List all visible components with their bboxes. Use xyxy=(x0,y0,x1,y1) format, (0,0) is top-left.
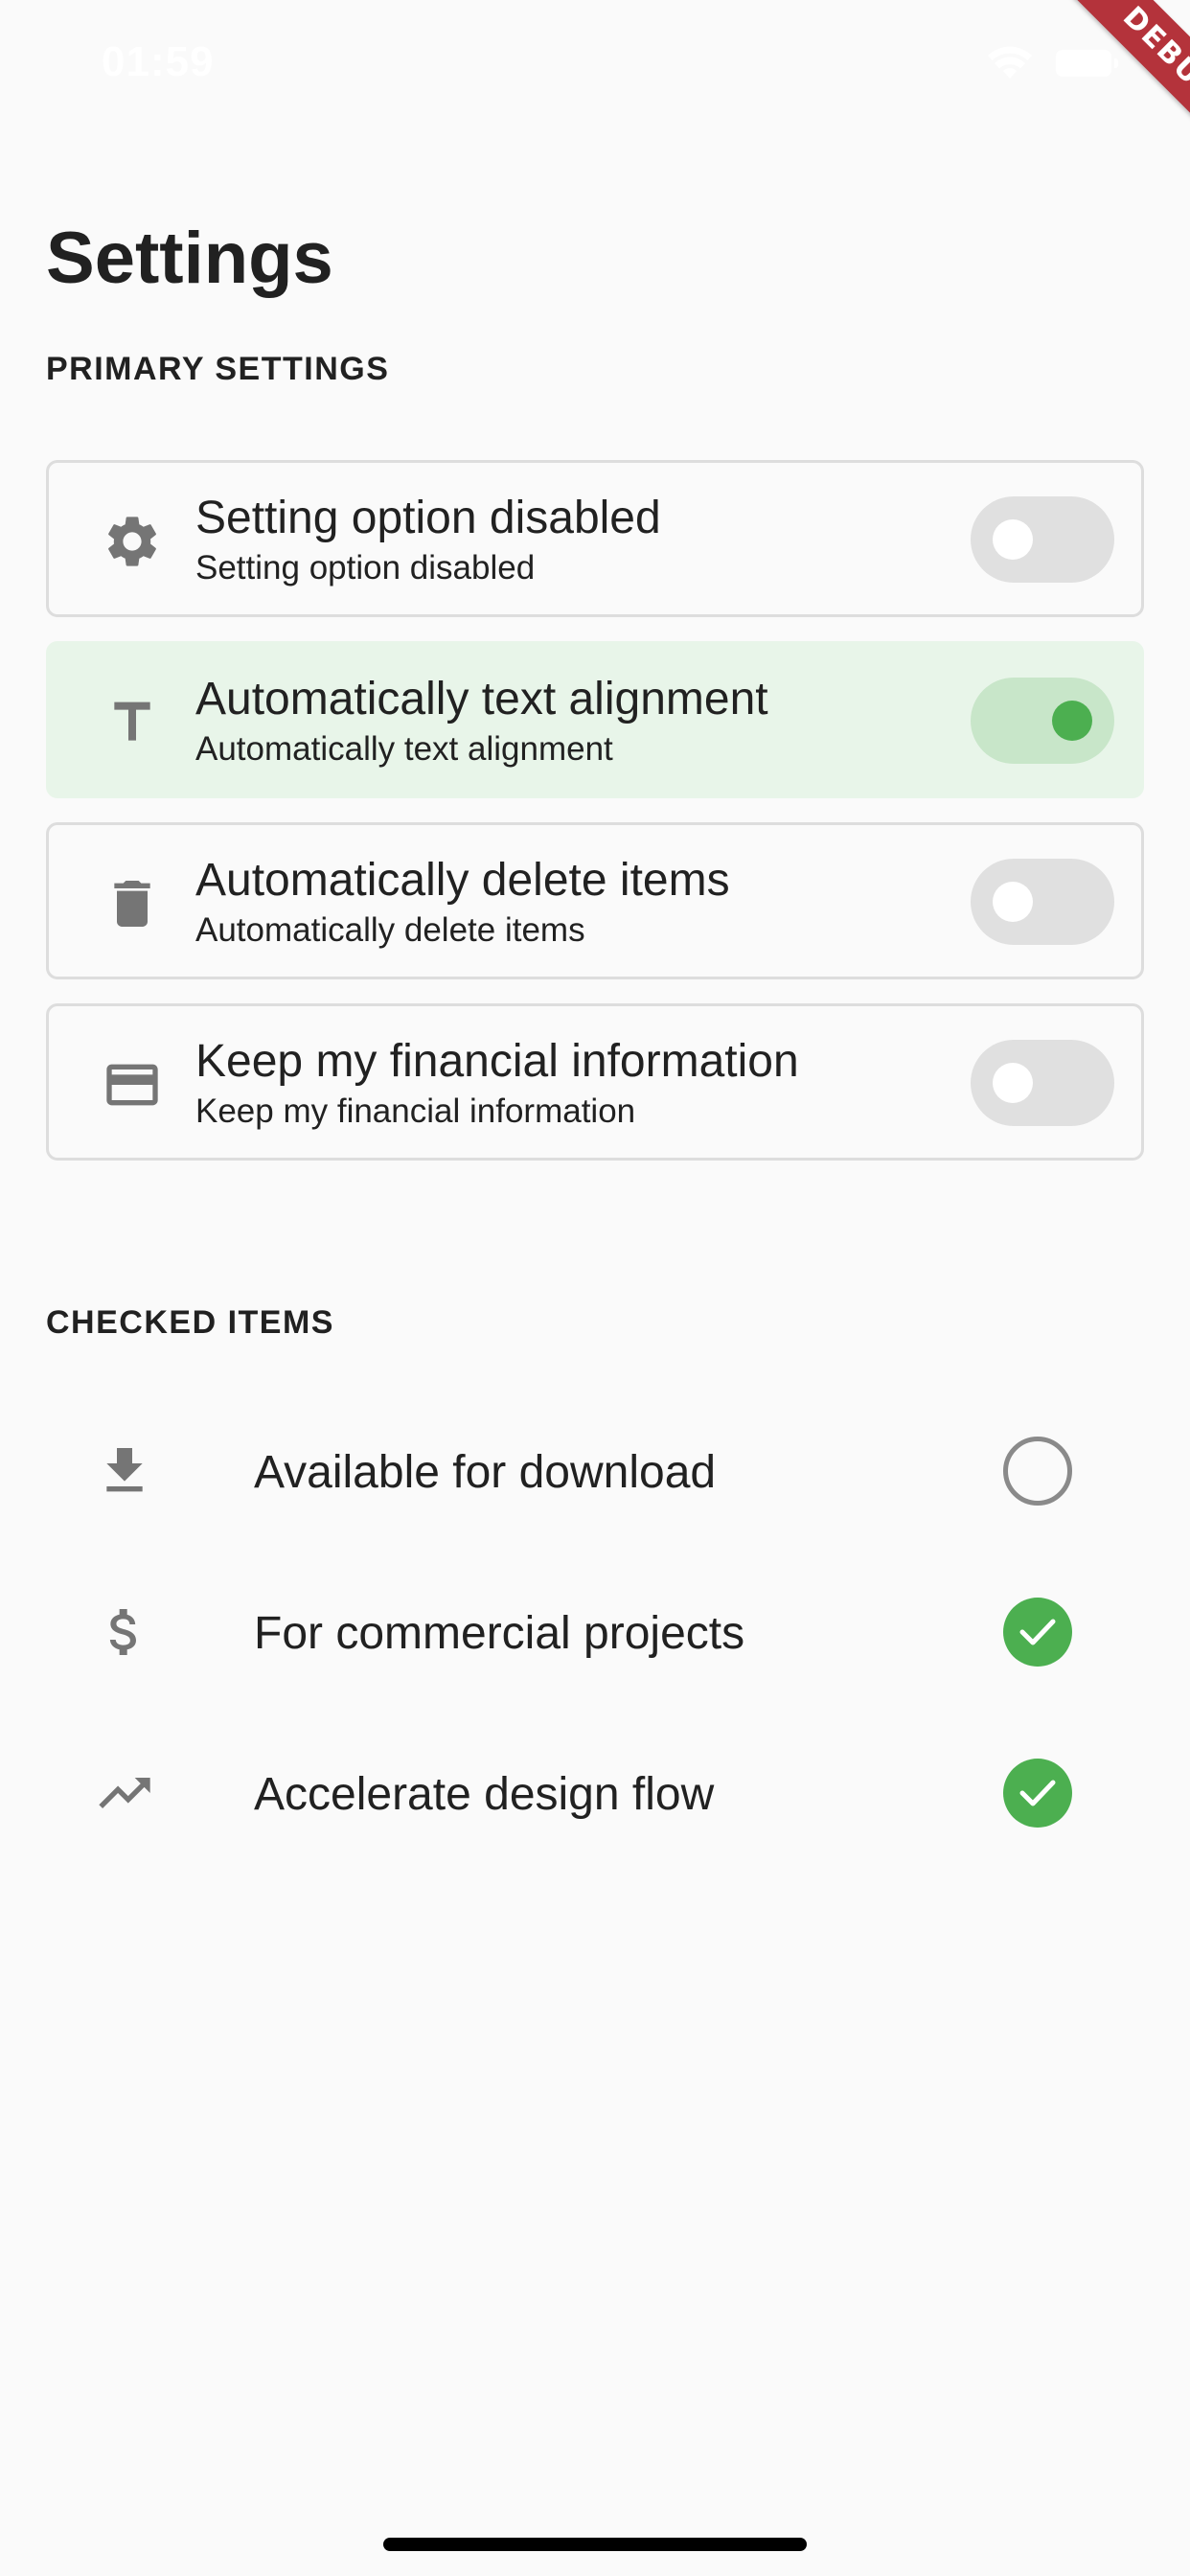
setting-subtitle: Keep my financial information xyxy=(195,1092,636,1130)
check-circle-checked[interactable] xyxy=(1003,1598,1072,1667)
toggle-knob xyxy=(993,519,1033,560)
setting-card-text-alignment[interactable]: Automatically text alignment Automatical… xyxy=(46,641,1144,798)
toggle-knob xyxy=(1052,701,1092,741)
toggle-switch-option-disabled[interactable] xyxy=(971,496,1114,583)
setting-title: Automatically delete items xyxy=(195,855,730,906)
checkmark-icon xyxy=(1019,1619,1056,1645)
debug-banner: DEBUG xyxy=(979,0,1190,211)
setting-card-delete-items[interactable]: Automatically delete items Automatically… xyxy=(46,822,1144,979)
toggle-knob xyxy=(993,882,1033,922)
list-item-label: Available for download xyxy=(254,1447,717,1498)
list-item-label: Accelerate design flow xyxy=(254,1769,715,1820)
toggle-switch-text-alignment[interactable] xyxy=(971,678,1114,764)
trending-up-icon xyxy=(94,1762,155,1824)
check-circle-checked[interactable] xyxy=(1003,1759,1072,1828)
toggle-switch-delete-items[interactable] xyxy=(971,859,1114,945)
setting-subtitle: Setting option disabled xyxy=(195,549,536,586)
setting-subtitle: Automatically text alignment xyxy=(195,730,613,768)
page-title: Settings xyxy=(46,218,333,299)
toggle-knob xyxy=(993,1063,1033,1103)
status-time: 01:59 xyxy=(102,38,215,85)
checkmark-icon xyxy=(1019,1780,1056,1806)
dollar-icon xyxy=(94,1601,155,1663)
list-item-commercial[interactable]: For commercial projects xyxy=(46,1565,1144,1699)
list-item-design-flow[interactable]: Accelerate design flow xyxy=(46,1726,1144,1860)
credit-card-icon xyxy=(102,1054,163,1116)
section-title-primary-settings: PRIMARY SETTINGS xyxy=(46,351,390,387)
list-item-download[interactable]: Available for download xyxy=(46,1404,1144,1538)
setting-card-financial-info[interactable]: Keep my financial information Keep my fi… xyxy=(46,1003,1144,1161)
text-format-icon xyxy=(102,692,163,753)
setting-subtitle: Automatically delete items xyxy=(195,911,585,949)
debug-banner-label: DEBUG xyxy=(1036,0,1190,191)
section-title-checked-items: CHECKED ITEMS xyxy=(46,1304,334,1341)
trash-icon xyxy=(102,873,163,934)
home-indicator[interactable] xyxy=(383,2538,807,2551)
list-item-label: For commercial projects xyxy=(254,1608,745,1659)
setting-card-option-disabled[interactable]: Setting option disabled Setting option d… xyxy=(46,460,1144,617)
setting-title: Setting option disabled xyxy=(195,493,661,543)
toggle-switch-financial-info[interactable] xyxy=(971,1040,1114,1126)
check-circle-unchecked[interactable] xyxy=(1003,1437,1072,1506)
setting-title: Keep my financial information xyxy=(195,1036,799,1087)
setting-title: Automatically text alignment xyxy=(195,674,768,724)
gear-icon xyxy=(102,511,163,572)
download-icon xyxy=(94,1440,155,1502)
